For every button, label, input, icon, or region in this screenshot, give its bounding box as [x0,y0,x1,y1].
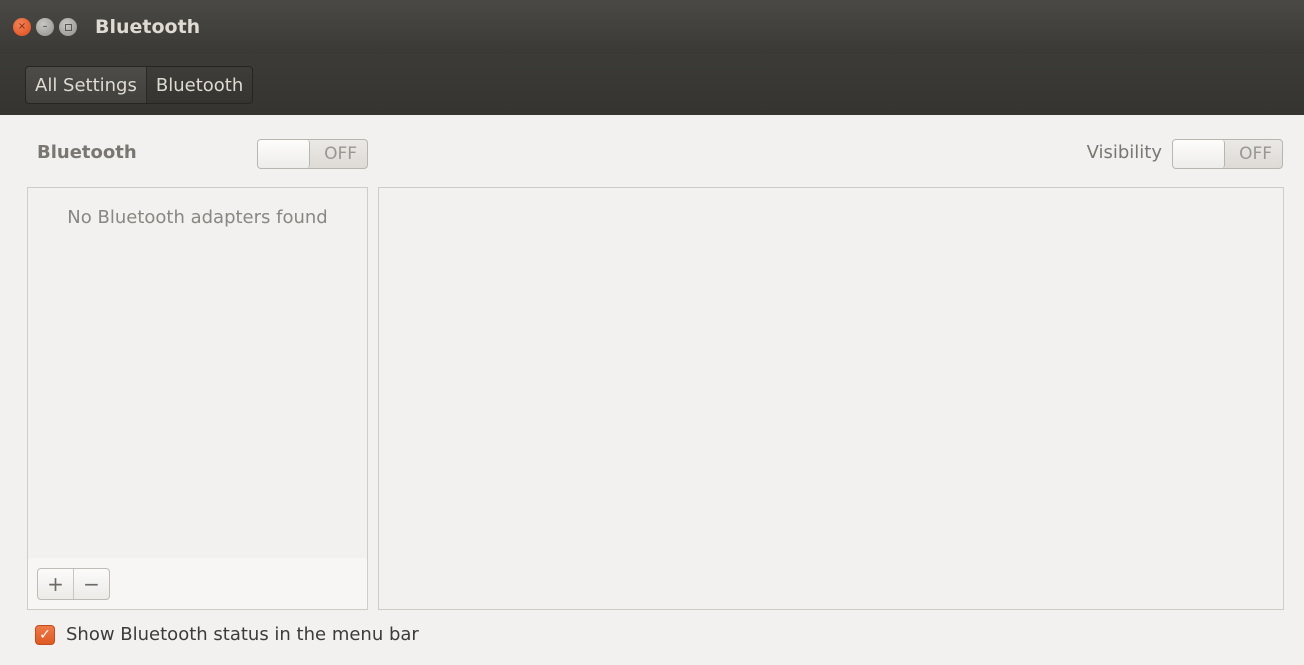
bluetooth-toggle[interactable]: OFF [257,139,368,169]
show-status-label[interactable]: Show Bluetooth status in the menu bar [66,624,419,645]
minus-icon: − [83,572,100,596]
adapters-list[interactable]: No Bluetooth adapters found [27,187,368,559]
visibility-toggle-state: OFF [1239,144,1272,164]
close-icon: × [17,21,27,32]
remove-adapter-button[interactable]: − [73,569,109,599]
bluetooth-settings-window: × – Bluetooth All Settings Bluetooth Blu… [0,0,1304,665]
title-bar: × – Bluetooth [0,0,1304,54]
plus-icon: + [47,572,64,596]
maximize-icon [64,23,72,31]
no-adapters-message: No Bluetooth adapters found [67,207,328,228]
minimize-window-button[interactable]: – [36,18,54,36]
breadcrumb-bluetooth[interactable]: Bluetooth [145,67,253,103]
bluetooth-toggle-knob[interactable] [258,140,310,168]
checkmark-icon: ✓ [39,626,51,643]
close-window-button[interactable]: × [13,18,31,36]
add-adapter-button[interactable]: + [38,569,73,599]
show-status-option[interactable]: ✓ Show Bluetooth status in the menu bar [35,624,419,645]
visibility-toggle[interactable]: OFF [1172,139,1283,169]
show-status-checkbox[interactable]: ✓ [35,624,55,645]
visibility-toggle-knob[interactable] [1173,140,1225,168]
adapters-toolbar: + − [27,558,368,610]
breadcrumb-all-settings[interactable]: All Settings [26,67,146,103]
devices-panel[interactable] [378,187,1284,610]
maximize-window-button[interactable] [59,18,77,36]
navigation-bar: All Settings Bluetooth [0,54,1304,115]
minimize-icon: – [42,21,48,32]
window-title: Bluetooth [95,16,201,38]
visibility-label: Visibility [1086,142,1162,163]
bluetooth-toggle-state: OFF [324,144,357,164]
adapter-button-group: + − [37,568,110,600]
window-controls: × – [13,18,77,36]
breadcrumb: All Settings Bluetooth [25,66,254,104]
bluetooth-label: Bluetooth [37,142,137,163]
